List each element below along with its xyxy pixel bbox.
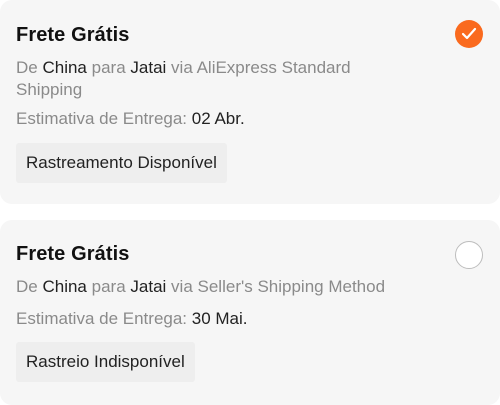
route-origin: China bbox=[42, 277, 87, 296]
shipping-route: De China para Jatai via AliExpress Stand… bbox=[16, 57, 396, 101]
shipping-option-title: Frete Grátis bbox=[16, 24, 130, 46]
delivery-estimate-label: Estimativa de Entrega: bbox=[16, 309, 188, 328]
tracking-badge: Rastreamento Disponível bbox=[16, 143, 227, 183]
route-from-prefix: De bbox=[16, 58, 38, 77]
shipping-route: De China para Jatai via Seller's Shippin… bbox=[16, 276, 396, 298]
shipping-option-title: Frete Grátis bbox=[16, 243, 130, 265]
delivery-estimate: Estimativa de Entrega: 30 Mai. bbox=[16, 308, 248, 330]
radio-unchecked-icon[interactable] bbox=[455, 241, 483, 269]
route-to-prefix: para bbox=[91, 58, 126, 77]
route-destination: Jatai bbox=[130, 58, 167, 77]
shipping-option-card[interactable]: Frete Grátis De China para Jatai via Sel… bbox=[0, 220, 500, 405]
delivery-estimate-date: 30 Mai. bbox=[191, 309, 248, 328]
delivery-estimate: Estimativa de Entrega: 02 Abr. bbox=[16, 108, 245, 130]
route-from-prefix: De bbox=[16, 277, 38, 296]
shipping-option-card[interactable]: Frete Grátis De China para Jatai via Ali… bbox=[0, 0, 500, 204]
shipping-method: Seller's Shipping Method bbox=[197, 277, 386, 296]
selected-radio-button[interactable] bbox=[455, 20, 483, 48]
tracking-badge: Rastreio Indisponível bbox=[16, 342, 195, 382]
delivery-estimate-date: 02 Abr. bbox=[191, 109, 245, 128]
route-origin: China bbox=[42, 58, 87, 77]
route-to-prefix: para bbox=[91, 277, 126, 296]
route-destination: Jatai bbox=[130, 277, 167, 296]
route-via-prefix: via bbox=[171, 277, 193, 296]
check-icon bbox=[461, 27, 477, 40]
route-via-prefix: via bbox=[171, 58, 193, 77]
delivery-estimate-label: Estimativa de Entrega: bbox=[16, 109, 188, 128]
